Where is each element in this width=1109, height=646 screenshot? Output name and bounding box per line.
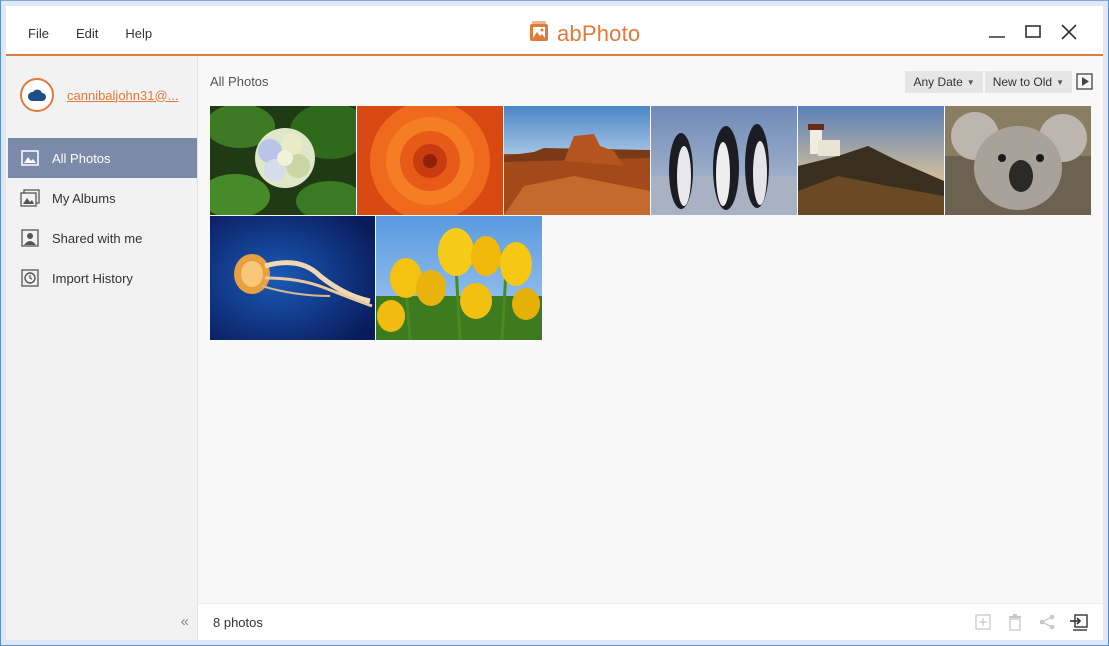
photo-icon <box>20 148 40 168</box>
slideshow-icon[interactable] <box>1076 73 1093 90</box>
maximize-icon[interactable] <box>1015 20 1051 44</box>
sidebar: cannibaljohn31@... All Photos My Albums <box>6 56 198 640</box>
close-icon[interactable] <box>1051 20 1087 44</box>
export-icon[interactable] <box>1069 612 1089 632</box>
photo-thumbnail-jellyfish[interactable] <box>210 216 375 340</box>
account-name-link[interactable]: cannibaljohn31@... <box>67 88 179 103</box>
menu-help[interactable]: Help <box>125 26 152 41</box>
shared-user-icon <box>20 228 40 248</box>
chevron-down-icon: ▼ <box>1056 77 1064 87</box>
photo-thumbnail-orange-flower[interactable] <box>357 106 503 215</box>
sidebar-item-label: Shared with me <box>52 230 143 246</box>
photo-thumbnail-hydrangea[interactable] <box>210 106 356 215</box>
app-brand: abPhoto <box>527 19 640 48</box>
albums-icon <box>20 188 40 208</box>
account[interactable]: cannibaljohn31@... <box>20 78 179 112</box>
minimize-icon[interactable] <box>979 20 1015 44</box>
title-bar: File Edit Help abPhoto <box>6 6 1103 56</box>
chevron-down-icon: ▼ <box>966 77 975 87</box>
photo-thumbnail-lighthouse[interactable] <box>798 106 944 215</box>
app-logo-icon <box>527 19 551 48</box>
window-controls <box>979 20 1087 44</box>
photo-thumbnail-penguins[interactable] <box>651 106 797 215</box>
photo-thumbnail-desert[interactable] <box>504 106 650 215</box>
date-filter-label: Any Date <box>913 75 963 89</box>
app-title: abPhoto <box>557 20 641 46</box>
sidebar-item-label: Import History <box>52 270 133 286</box>
collapse-sidebar-icon[interactable]: « <box>181 613 189 630</box>
page-title: All Photos <box>210 74 269 89</box>
app-window: File Edit Help abPhoto cannibaljohn31@..… <box>0 0 1109 646</box>
add-to-album-icon[interactable] <box>973 612 993 632</box>
window-content: File Edit Help abPhoto cannibaljohn31@..… <box>6 6 1103 640</box>
sort-dropdown[interactable]: New to Old ▼ <box>984 71 1072 93</box>
sidebar-item-label: My Albums <box>52 190 116 206</box>
menu-bar: File Edit Help <box>28 26 179 41</box>
cloud-avatar-icon <box>20 78 54 112</box>
sidebar-item-shared-with-me[interactable]: Shared with me <box>8 218 197 258</box>
status-bar: 8 photos <box>198 603 1103 640</box>
action-toolbar <box>973 612 1089 632</box>
main-panel: All Photos Any Date ▼ New to Old ▼ <box>198 56 1103 640</box>
photo-thumbnail-koala[interactable] <box>945 106 1091 215</box>
photo-count: 8 photos <box>213 615 263 630</box>
sort-label: New to Old <box>992 75 1053 89</box>
photo-thumbnail-tulips[interactable] <box>376 216 542 340</box>
date-filter-dropdown[interactable]: Any Date ▼ <box>905 71 983 93</box>
menu-file[interactable]: File <box>28 26 49 41</box>
filter-bar: Any Date ▼ New to Old ▼ <box>905 71 1072 93</box>
sidebar-item-my-albums[interactable]: My Albums <box>8 178 197 218</box>
sidebar-item-all-photos[interactable]: All Photos <box>8 138 197 178</box>
sidebar-nav: All Photos My Albums Shared with me Impo… <box>8 138 197 298</box>
menu-edit[interactable]: Edit <box>76 26 98 41</box>
sidebar-item-label: All Photos <box>52 150 111 166</box>
delete-icon[interactable] <box>1005 612 1025 632</box>
share-icon[interactable] <box>1037 612 1057 632</box>
history-clock-icon <box>20 268 40 288</box>
sidebar-item-import-history[interactable]: Import History <box>8 258 197 298</box>
